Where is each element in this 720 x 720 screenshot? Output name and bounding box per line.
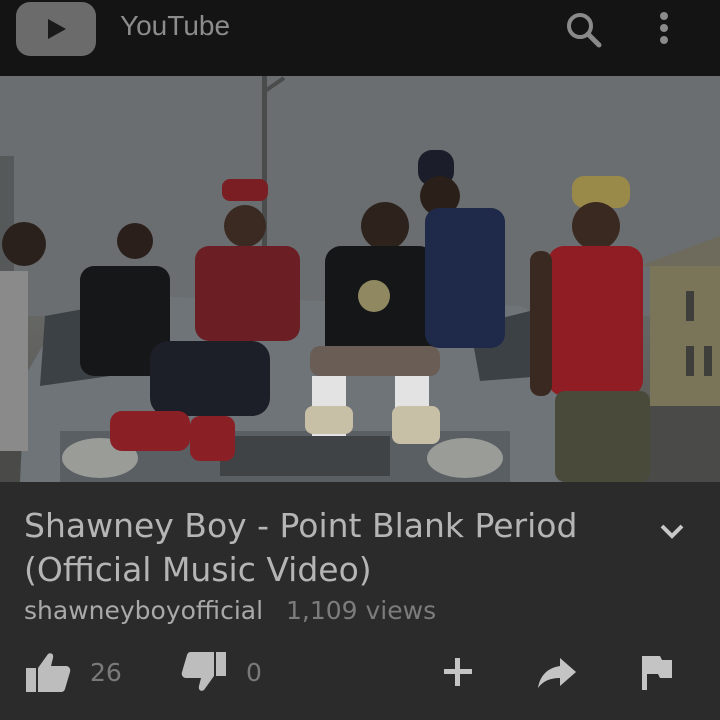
add-to-playlist-button[interactable] bbox=[440, 650, 476, 694]
thumbs-down-icon bbox=[181, 652, 226, 691]
video-player[interactable] bbox=[0, 76, 720, 482]
video-frame bbox=[0, 76, 720, 482]
share-icon bbox=[538, 658, 576, 688]
youtube-logo-icon[interactable] bbox=[16, 2, 96, 56]
thumbs-up-icon bbox=[26, 653, 71, 692]
dislike-count: 0 bbox=[246, 657, 262, 687]
flag-icon bbox=[642, 656, 672, 690]
like-count: 26 bbox=[90, 657, 122, 687]
report-button[interactable] bbox=[640, 650, 674, 694]
add-icon bbox=[444, 658, 472, 686]
video-info-panel: Shawney Boy - Point Blank Period (Offici… bbox=[0, 482, 720, 720]
share-button[interactable] bbox=[536, 650, 578, 694]
view-count: 1,109 views bbox=[286, 596, 437, 625]
app-title: YouTube bbox=[120, 10, 231, 41]
like-button[interactable]: 26 bbox=[24, 650, 122, 694]
video-title[interactable]: Shawney Boy - Point Blank Period (Offici… bbox=[24, 504, 644, 592]
more-vert-icon[interactable] bbox=[650, 8, 678, 52]
dislike-button[interactable]: 0 bbox=[180, 650, 262, 694]
channel-name[interactable]: shawneyboyofficial bbox=[24, 596, 263, 625]
top-app-bar: YouTube bbox=[0, 0, 720, 76]
chevron-down-icon[interactable] bbox=[652, 512, 692, 552]
search-icon[interactable] bbox=[562, 8, 606, 52]
